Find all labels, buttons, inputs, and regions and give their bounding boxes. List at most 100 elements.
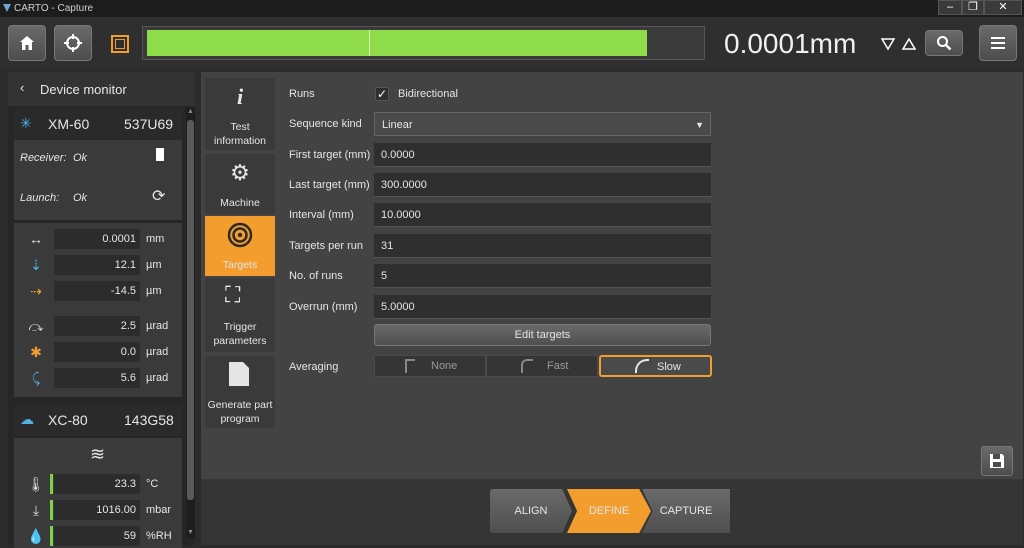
pitch-value: 2.5: [54, 316, 140, 336]
home-button[interactable]: [8, 25, 46, 61]
xc80-readings-card: ≋ 🌡 23.3 °C ⤓ 1016.00 mbar 💧 59 %RH: [14, 438, 182, 548]
launch-value: Ok: [73, 192, 88, 204]
averaging-fast-button[interactable]: Fast: [486, 355, 598, 377]
humidity-icon: 💧: [27, 528, 45, 544]
laser-icon: ✳: [20, 115, 32, 131]
nav-trigger-parameters[interactable]: ⛶ Trigger parameters: [205, 278, 275, 352]
first-target-label: First target (mm): [289, 149, 371, 161]
device-monitor-title: Device monitor: [40, 82, 127, 97]
overrun-input[interactable]: 5.0000: [374, 295, 711, 319]
weather-icon: ☁: [20, 411, 34, 427]
nav-generate-part-program-label: Generate part program: [207, 399, 273, 425]
home-icon: [20, 36, 34, 50]
nav-test-information[interactable]: i Test information: [205, 78, 275, 150]
last-target-label: Last target (mm): [289, 179, 370, 191]
step-align[interactable]: ALIGN: [490, 489, 572, 533]
straightness-v-icon: ⇢: [30, 283, 42, 299]
xm60-name: XM-60: [48, 116, 90, 132]
yaw-value: 0.0: [54, 342, 140, 362]
interval-input[interactable]: 10.0000: [374, 203, 711, 227]
humidity-value: 59: [54, 526, 140, 546]
curve-none-icon: [405, 359, 415, 373]
bidirectional-label: Bidirectional: [398, 88, 458, 100]
roll-unit: µrad: [146, 372, 169, 384]
workflow-footer: ALIGN DEFINE CAPTURE: [201, 479, 1023, 545]
title-bar: CARTO - Capture – ❐ ✕: [0, 0, 1024, 17]
menu-button[interactable]: [979, 25, 1017, 61]
temperature-unit: °C: [146, 478, 159, 490]
straightness-h-unit: µm: [146, 259, 162, 271]
last-target-input[interactable]: 300.0000: [374, 173, 711, 197]
nav-trigger-parameters-label: Trigger parameters: [213, 321, 267, 347]
targets-per-run-input[interactable]: 31: [374, 234, 711, 258]
curve-fast-icon: [521, 359, 533, 373]
app-icon: [3, 4, 11, 12]
number-of-runs-input[interactable]: 5: [374, 264, 711, 288]
bidirectional-checkbox[interactable]: ✓: [375, 87, 389, 101]
back-icon[interactable]: ‹: [20, 80, 24, 95]
temperature-status: [50, 474, 53, 494]
xm60-header: ✳ XM-60 537U69: [14, 108, 182, 140]
zoom-button[interactable]: [925, 30, 963, 56]
averaging-label: Averaging: [289, 361, 339, 373]
nav-targets-label: Targets: [222, 259, 258, 271]
humidity-unit: %RH: [146, 530, 172, 542]
overrun-label: Overrun (mm): [289, 301, 358, 313]
hamburger-icon: [991, 37, 1005, 49]
refresh-icon[interactable]: ⟳: [152, 186, 165, 206]
receiver-label: Receiver:: [20, 152, 67, 164]
edit-targets-button[interactable]: Edit targets: [374, 324, 711, 346]
pressure-icon: ⤓: [32, 502, 40, 518]
minimize-button[interactable]: –: [938, 0, 962, 15]
scroll-down-icon[interactable]: ▼: [187, 529, 194, 536]
xc80-serial: 143G58: [124, 412, 174, 428]
yaw-icon: ✱: [30, 344, 42, 360]
averaging-slow-label: Slow: [657, 361, 681, 373]
dropdown-arrow-icon: ▼: [695, 120, 704, 130]
xm60-readings-card: ↔ 0.0001 mm ⇣ 12.1 µm ⇢ -14.5 µm ⤼ 2.5 µ…: [14, 223, 182, 397]
step-capture[interactable]: CAPTURE: [642, 489, 730, 533]
scroll-up-icon[interactable]: ▲: [187, 108, 194, 115]
averaging-slow-button[interactable]: Slow: [599, 355, 712, 377]
pressure-status: [50, 500, 53, 520]
close-button[interactable]: ✕: [984, 0, 1022, 15]
nav-test-information-label: Test information: [214, 121, 266, 147]
nav-generate-part-program[interactable]: Generate part program: [205, 356, 275, 428]
scrollbar-thumb[interactable]: [187, 120, 194, 500]
linear-value: 0.0001: [54, 229, 140, 249]
step-define[interactable]: DEFINE: [567, 489, 651, 533]
trigger-icon: ⛶: [225, 282, 241, 307]
direction-triangles-icon[interactable]: [881, 37, 917, 51]
device-monitor-header[interactable]: ‹ Device monitor: [8, 72, 195, 106]
nav-targets[interactable]: Targets: [205, 216, 275, 276]
sequence-kind-select[interactable]: Linear ▼: [374, 112, 711, 136]
window-title: CARTO - Capture: [14, 3, 94, 14]
interval-label: Interval (mm): [289, 209, 354, 221]
crosshair-icon: [64, 34, 82, 52]
xc80-header: ☁ XC-80 143G58: [14, 404, 182, 436]
calculator-icon[interactable]: [111, 35, 129, 53]
maximize-button[interactable]: ❐: [962, 0, 984, 15]
averaging-none-label: None: [431, 360, 458, 372]
save-button[interactable]: [981, 446, 1013, 476]
pitch-icon: ⤼: [28, 318, 44, 334]
sidebar-scrollbar[interactable]: ▲ ▼: [186, 108, 195, 538]
device-monitor-panel: ‹ Device monitor ▲ ▼ ✳ XM-60 537U69 Rece…: [8, 72, 195, 548]
averaging-none-button[interactable]: None: [374, 355, 486, 377]
nav-machine-label: Machine: [220, 197, 260, 209]
target-button[interactable]: [54, 25, 92, 61]
info-icon: i: [236, 84, 244, 109]
first-target-input[interactable]: 0.0000: [374, 143, 711, 167]
averaging-fast-label: Fast: [547, 360, 569, 372]
nav-machine[interactable]: ⚙ Machine: [205, 154, 275, 214]
humidity-status: [50, 526, 53, 546]
air-sensor-icon: ≋: [90, 444, 106, 464]
runs-label: Runs: [289, 88, 315, 100]
machine-icon: ⚙: [230, 160, 250, 185]
xm60-status-card: Receiver: Ok Launch: Ok ⟳: [14, 140, 182, 220]
temperature-value: 23.3: [54, 474, 140, 494]
battery-icon: [156, 148, 164, 161]
number-of-runs-label: No. of runs: [289, 270, 343, 282]
yaw-unit: µrad: [146, 346, 169, 358]
thermometer-icon: 🌡: [27, 476, 45, 492]
